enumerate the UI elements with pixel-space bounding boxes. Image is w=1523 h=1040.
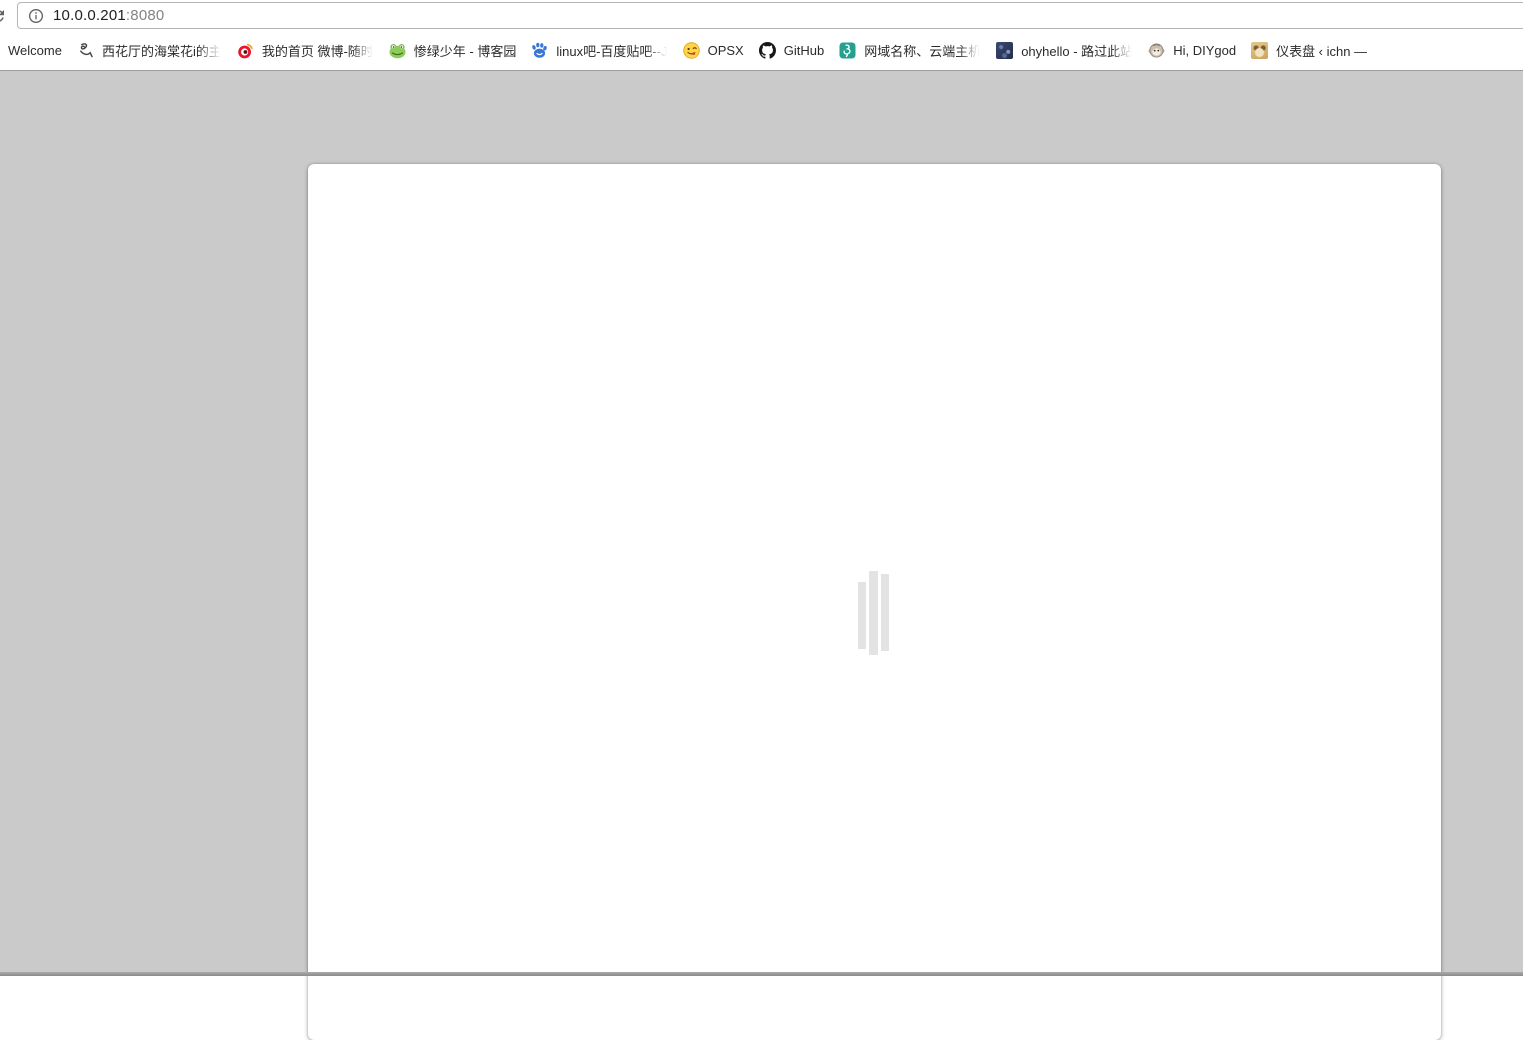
bookmark-label: ohyhello - 路过此站 (1021, 44, 1134, 59)
address-bar[interactable]: 10.0.0.201:8080 (17, 2, 1523, 29)
bookmark-label: 我的首页 微博-随时 (261, 44, 374, 59)
reload-icon[interactable] (0, 7, 7, 25)
photo-thumbnail-icon (996, 42, 1014, 59)
bookmark-label: 网域名称、云端主机 (864, 44, 982, 59)
bookmark-label: linux吧-百度贴吧--J (556, 44, 668, 59)
smiley-icon (682, 42, 700, 59)
github-icon (758, 42, 776, 59)
browser-toolbar: 10.0.0.201:8080 (0, 0, 1523, 31)
signature-icon (77, 42, 94, 59)
window-bottom-edge (0, 972, 1523, 976)
bookmark-label: Welcome (8, 43, 62, 58)
monkey-avatar-icon (1148, 42, 1165, 59)
loading-bar (881, 574, 889, 651)
baidu-paw-icon (531, 42, 548, 59)
loading-bar (869, 571, 878, 655)
loading-bar (858, 582, 866, 649)
bookmark-item-github[interactable]: GitHub (758, 42, 825, 59)
bookmark-item-opsx[interactable]: OPSX (682, 42, 744, 59)
loading-spinner (858, 571, 889, 655)
bookmark-label: 西花厅的海棠花i的主 (101, 44, 222, 59)
bookmark-item-weibo[interactable]: 我的首页 微博-随时 (237, 41, 374, 60)
url-host: 10.0.0.201 (53, 7, 126, 24)
weibo-icon (237, 42, 254, 59)
url-text: 10.0.0.201:8080 (53, 7, 164, 24)
bookmarks-bar: Welcome 西花厅的海棠花i的主 我的首页 微博-随时 惨绿少年 - 博客园… (0, 31, 1523, 90)
dog-avatar-icon (1251, 42, 1269, 59)
url-port: :8080 (125, 7, 165, 24)
bookmark-label: Hi, DIYgod (1173, 43, 1237, 58)
content-card (308, 164, 1441, 1040)
frog-icon (389, 42, 406, 59)
bookmark-label: 惨绿少年 - 博客园 (413, 44, 517, 59)
bookmark-item-ohyhello[interactable]: ohyhello - 路过此站 (996, 41, 1133, 60)
info-icon[interactable] (28, 8, 44, 24)
bookmark-item-welcome[interactable]: Welcome (8, 43, 62, 58)
bookmark-label: OPSX (707, 43, 744, 58)
bookmark-item-xihuating[interactable]: 西花厅的海棠花i的主 (77, 41, 222, 60)
bookmark-item-tieba[interactable]: linux吧-百度贴吧--J (531, 41, 668, 60)
bookmark-item-gandi[interactable]: 网域名称、云端主机 (839, 41, 981, 60)
bookmark-item-diygod[interactable]: Hi, DIYgod (1148, 42, 1236, 59)
page-background (0, 70, 1523, 1040)
bookmark-item-cnblogs[interactable]: 惨绿少年 - 博客园 (389, 41, 517, 60)
gandi-icon (839, 42, 856, 59)
bookmark-label: GitHub (783, 43, 825, 58)
bookmark-label: 仪表盘 ‹ ichn — (1276, 44, 1368, 59)
bookmark-item-ichn-dashboard[interactable]: 仪表盘 ‹ ichn — (1251, 41, 1367, 60)
